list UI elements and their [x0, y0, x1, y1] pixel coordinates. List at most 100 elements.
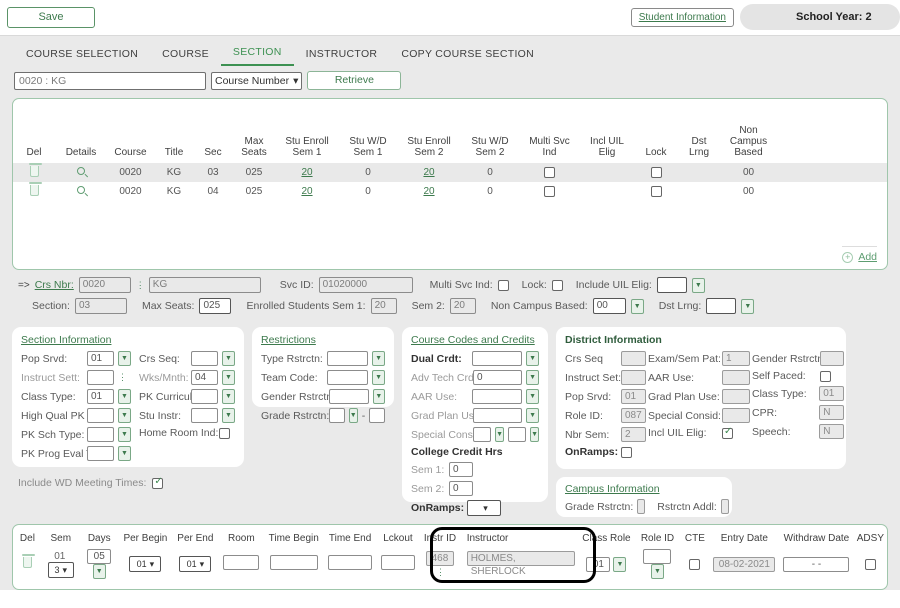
inst-cte-checkbox[interactable] — [689, 558, 701, 570]
cell-stu-enroll-sem1[interactable]: 20 — [276, 182, 338, 201]
course-number-select[interactable]: Course Number ▾ — [211, 71, 303, 90]
non-campus-based-input[interactable]: 00 — [592, 298, 626, 314]
row-delete-button[interactable] — [13, 181, 55, 201]
lock-checkbox[interactable] — [650, 185, 662, 197]
type-rstrctn-input[interactable] — [327, 351, 369, 366]
dual-crdt-input[interactable] — [472, 351, 523, 366]
pk-sch-type-dropdown-icon[interactable]: ▼ — [118, 427, 131, 442]
dst-lrng-dropdown-icon[interactable]: ▼ — [741, 298, 755, 314]
enroll-sem2-link[interactable]: 20 — [423, 186, 434, 197]
inst-instr-id-input[interactable]: 468 — [425, 550, 454, 566]
inst-instr-id-picker-icon[interactable]: ⋮ — [436, 567, 445, 577]
cell-stu-enroll-sem2[interactable]: 20 — [398, 163, 460, 182]
stu-instr-dropdown-icon[interactable]: ▼ — [222, 408, 235, 423]
inst-role-id-dropdown-icon[interactable]: ▼ — [650, 564, 664, 579]
cell-multi-svc-ind[interactable] — [520, 163, 579, 182]
table-row[interactable]: 01 3 ▾ 05 ▼ 01 ▾ 01 ▾ 468 ⋮ HOLMES, SHER… — [13, 549, 887, 579]
inst-row-delete-button[interactable] — [13, 549, 42, 579]
home-room-ind-checkbox[interactable] — [219, 427, 230, 439]
inst-class-role-dropdown-icon[interactable]: ▼ — [613, 556, 627, 572]
include-wd-meeting-times-checkbox[interactable] — [152, 476, 164, 489]
crs-seq-dropdown-icon[interactable]: ▼ — [222, 351, 235, 366]
magnifier-icon[interactable] — [75, 165, 87, 177]
wks-mnth-dropdown-icon[interactable]: ▼ — [222, 370, 235, 385]
row-details-button[interactable] — [55, 182, 107, 201]
special-consid-dropdown-icon[interactable]: ▼ — [495, 427, 504, 442]
inst-room-input[interactable] — [223, 555, 260, 570]
save-button[interactable]: Save — [7, 7, 95, 28]
college-sem2-input[interactable]: 0 — [449, 481, 473, 496]
lock-checkbox[interactable] — [650, 166, 662, 178]
cell-stu-enroll-sem1[interactable]: 20 — [276, 163, 338, 182]
lock-checkbox[interactable] — [551, 279, 563, 291]
stu-instr-input[interactable] — [191, 408, 218, 423]
pop-srvd-input[interactable]: 01 — [87, 351, 114, 366]
instruct-sett-picker-icon[interactable]: ⋮ — [118, 372, 127, 383]
pop-srvd-dropdown-icon[interactable]: ▼ — [118, 351, 131, 366]
crs-nbr-picker-icon[interactable]: ⋮ — [136, 280, 145, 291]
grade-rstrctn-input-2[interactable] — [369, 408, 385, 423]
inst-withdraw-date-input[interactable]: - - — [783, 556, 850, 572]
cell-inst-cte[interactable] — [680, 549, 709, 579]
multi-svc-ind-checkbox[interactable] — [544, 166, 555, 178]
magnifier-icon[interactable] — [75, 184, 87, 196]
row-details-button[interactable] — [55, 163, 107, 182]
special-consid-input-2[interactable] — [508, 427, 527, 442]
inst-days-dropdown-icon[interactable]: ▼ — [92, 564, 106, 579]
inst-time-end-input[interactable] — [328, 555, 373, 570]
crs-seq-input[interactable] — [191, 351, 218, 366]
onramps-select[interactable]: ▾ — [467, 500, 501, 516]
college-sem1-input[interactable]: 0 — [449, 462, 473, 477]
tab-course[interactable]: COURSE — [150, 48, 221, 66]
grad-plan-use-input[interactable] — [473, 408, 523, 423]
cell-stu-enroll-sem2[interactable]: 20 — [398, 182, 460, 201]
plus-icon[interactable]: + — [842, 251, 854, 263]
cell-lock[interactable] — [635, 163, 677, 182]
pk-sch-type-input[interactable] — [87, 427, 114, 442]
wks-mnth-input[interactable]: 04 — [191, 370, 218, 385]
inst-time-begin-input[interactable] — [269, 555, 318, 570]
tab-instructor[interactable]: INSTRUCTOR — [294, 48, 390, 66]
special-consid-input[interactable] — [473, 427, 492, 442]
high-qual-pk-prog-dropdown-icon[interactable]: ▼ — [118, 408, 131, 423]
row-delete-button[interactable] — [13, 162, 55, 182]
tab-course-selection[interactable]: COURSE SELECTION — [14, 48, 150, 66]
grade-rstrctn-dropdown-icon[interactable]: ▼ — [348, 408, 358, 423]
tab-section[interactable]: SECTION — [220, 46, 294, 66]
inst-per-end-select[interactable]: 01 ▾ — [179, 556, 212, 572]
inst-class-role-input[interactable]: 01 — [586, 556, 611, 572]
multi-svc-ind-checkbox[interactable] — [544, 185, 555, 197]
adv-tech-crdt-input[interactable]: 0 — [473, 370, 523, 385]
cell-inst-adsy[interactable] — [854, 549, 887, 579]
pk-curricula-dropdown-icon[interactable]: ▼ — [222, 389, 235, 404]
add-link[interactable]: Add — [858, 251, 877, 263]
course-search-input[interactable]: 0020 : KG — [14, 71, 206, 90]
trash-icon[interactable] — [28, 181, 42, 196]
inst-sem-select[interactable]: 3 ▾ — [47, 562, 74, 578]
retrieve-button[interactable]: Retrieve — [307, 71, 402, 90]
include-uil-elig-input[interactable] — [656, 277, 687, 293]
special-consid-dropdown-icon-2[interactable]: ▼ — [530, 427, 539, 442]
max-seats-input[interactable]: 025 — [199, 298, 232, 314]
dst-lrng-input[interactable] — [706, 298, 737, 314]
class-type-input[interactable]: 01 — [87, 389, 114, 404]
enroll-sem1-link[interactable]: 20 — [301, 167, 312, 178]
inst-days-input[interactable]: 05 — [87, 549, 112, 564]
gender-rstrctn-dropdown-icon[interactable]: ▼ — [372, 389, 385, 404]
trash-icon[interactable] — [21, 554, 35, 568]
pk-prog-eval-type-input[interactable] — [87, 446, 114, 461]
include-uil-elig-dropdown-icon[interactable]: ▼ — [691, 277, 705, 293]
type-rstrctn-dropdown-icon[interactable]: ▼ — [372, 351, 385, 366]
aar-use-input[interactable] — [472, 389, 523, 404]
gender-rstrctn-input[interactable] — [329, 389, 369, 404]
aar-use-dropdown-icon[interactable]: ▼ — [526, 389, 540, 404]
add-row-control[interactable]: + Add — [842, 246, 877, 263]
dual-crdt-dropdown-icon[interactable]: ▼ — [526, 351, 540, 366]
trash-icon[interactable] — [28, 162, 42, 177]
enroll-sem2-link[interactable]: 20 — [423, 167, 434, 178]
team-code-dropdown-icon[interactable]: ▼ — [372, 370, 385, 385]
crs-nbr-input[interactable]: 0020 — [78, 277, 131, 293]
pk-prog-eval-type-dropdown-icon[interactable]: ▼ — [118, 446, 131, 461]
inst-role-id-input[interactable] — [643, 549, 672, 564]
class-type-dropdown-icon[interactable]: ▼ — [118, 389, 131, 404]
